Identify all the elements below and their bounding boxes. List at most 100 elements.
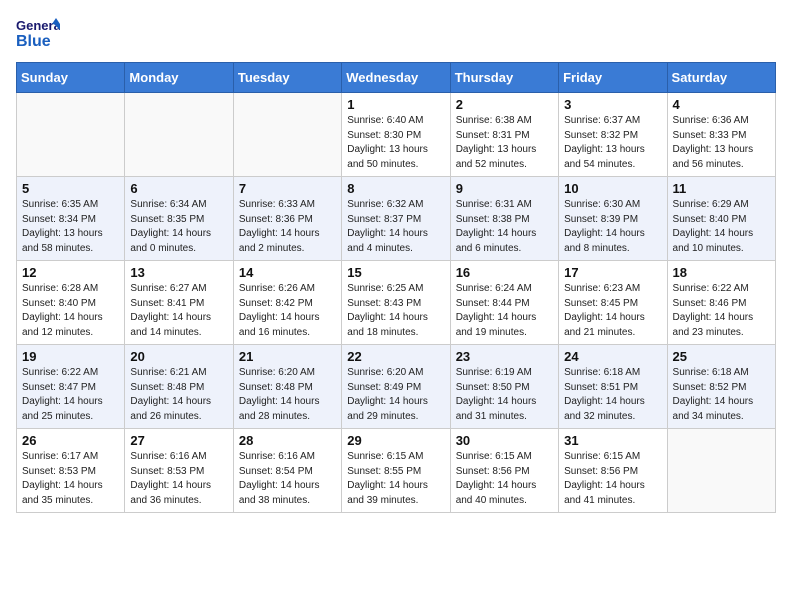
day-info: Sunrise: 6:15 AM Sunset: 8:56 PM Dayligh…	[456, 450, 553, 508]
calendar-cell: 5 Sunrise: 6:35 AM Sunset: 8:34 PM Daylig…	[17, 177, 125, 261]
calendar-cell: 16 Sunrise: 6:24 AM Sunset: 8:44 PM Dayli…	[450, 261, 558, 345]
calendar-cell: 22Sunrise: 6:20 AM Sunset: 8:49 PM Dayli…	[342, 345, 450, 429]
calendar-cell: 26 Sunrise: 6:17 AM Sunset: 8:53 PM Dayli…	[17, 429, 125, 513]
day-info: Sunrise: 6:20 AM Sunset: 8:48 PM Dayligh…	[239, 366, 336, 424]
calendar-header-row: SundayMondayTuesdayWednesdayThursdayFrid…	[17, 63, 776, 93]
day-info: Sunrise: 6:22 AM Sunset: 8:46 PM Dayligh…	[673, 282, 770, 340]
day-number: 20	[130, 349, 227, 364]
day-number: 9	[456, 181, 553, 196]
calendar-cell	[17, 93, 125, 177]
calendar-cell: 6Sunrise: 6:34 AM Sunset: 8:35 PM Daylig…	[125, 177, 233, 261]
calendar-cell: 28 Sunrise: 6:16 AM Sunset: 8:54 PM Dayli…	[233, 429, 341, 513]
calendar-cell: 30 Sunrise: 6:15 AM Sunset: 8:56 PM Dayli…	[450, 429, 558, 513]
day-number: 31	[564, 433, 661, 448]
day-info: Sunrise: 6:23 AM Sunset: 8:45 PM Dayligh…	[564, 282, 661, 340]
day-number: 1	[347, 97, 444, 112]
calendar-cell: 25 Sunrise: 6:18 AM Sunset: 8:52 PM Dayli…	[667, 345, 775, 429]
day-number: 17	[564, 265, 661, 280]
calendar-cell: 8 Sunrise: 6:32 AM Sunset: 8:37 PM Daylig…	[342, 177, 450, 261]
calendar-cell: 27 Sunrise: 6:16 AM Sunset: 8:53 PM Dayli…	[125, 429, 233, 513]
day-number: 8	[347, 181, 444, 196]
day-number: 12	[22, 265, 119, 280]
calendar-cell: 29 Sunrise: 6:15 AM Sunset: 8:55 PM Dayli…	[342, 429, 450, 513]
calendar-cell	[667, 429, 775, 513]
day-number: 7	[239, 181, 336, 196]
day-number: 26	[22, 433, 119, 448]
day-info: Sunrise: 6:16 AM Sunset: 8:53 PM Dayligh…	[130, 450, 227, 508]
day-number: 29	[347, 433, 444, 448]
day-info: Sunrise: 6:32 AM Sunset: 8:37 PM Dayligh…	[347, 198, 444, 256]
calendar-cell: 13Sunrise: 6:27 AM Sunset: 8:41 PM Dayli…	[125, 261, 233, 345]
day-info: Sunrise: 6:40 AM Sunset: 8:30 PM Dayligh…	[347, 114, 444, 172]
day-info: Sunrise: 6:38 AM Sunset: 8:31 PM Dayligh…	[456, 114, 553, 172]
day-header-monday: Monday	[125, 63, 233, 93]
calendar-week-4: 19 Sunrise: 6:22 AM Sunset: 8:47 PM Dayli…	[17, 345, 776, 429]
day-number: 27	[130, 433, 227, 448]
calendar-cell: 14 Sunrise: 6:26 AM Sunset: 8:42 PM Dayli…	[233, 261, 341, 345]
day-number: 28	[239, 433, 336, 448]
day-info: Sunrise: 6:35 AM Sunset: 8:34 PM Dayligh…	[22, 198, 119, 256]
calendar-week-1: 1 Sunrise: 6:40 AM Sunset: 8:30 PM Daylig…	[17, 93, 776, 177]
calendar-cell: 10 Sunrise: 6:30 AM Sunset: 8:39 PM Dayli…	[559, 177, 667, 261]
day-number: 19	[22, 349, 119, 364]
day-info: Sunrise: 6:20 AM Sunset: 8:49 PM Dayligh…	[347, 366, 444, 424]
day-number: 18	[673, 265, 770, 280]
day-header-tuesday: Tuesday	[233, 63, 341, 93]
day-info: Sunrise: 6:30 AM Sunset: 8:39 PM Dayligh…	[564, 198, 661, 256]
calendar-cell: 20 Sunrise: 6:21 AM Sunset: 8:48 PM Dayli…	[125, 345, 233, 429]
calendar-week-3: 12 Sunrise: 6:28 AM Sunset: 8:40 PM Dayli…	[17, 261, 776, 345]
calendar-cell: 9 Sunrise: 6:31 AM Sunset: 8:38 PM Daylig…	[450, 177, 558, 261]
svg-text:General: General	[16, 18, 60, 33]
calendar-cell: 11Sunrise: 6:29 AM Sunset: 8:40 PM Dayli…	[667, 177, 775, 261]
day-number: 24	[564, 349, 661, 364]
day-number: 16	[456, 265, 553, 280]
calendar-table: SundayMondayTuesdayWednesdayThursdayFrid…	[16, 62, 776, 513]
day-info: Sunrise: 6:22 AM Sunset: 8:47 PM Dayligh…	[22, 366, 119, 424]
calendar-cell: 21 Sunrise: 6:20 AM Sunset: 8:48 PM Dayli…	[233, 345, 341, 429]
calendar-cell: 31Sunrise: 6:15 AM Sunset: 8:56 PM Dayli…	[559, 429, 667, 513]
day-info: Sunrise: 6:16 AM Sunset: 8:54 PM Dayligh…	[239, 450, 336, 508]
day-info: Sunrise: 6:18 AM Sunset: 8:52 PM Dayligh…	[673, 366, 770, 424]
day-header-sunday: Sunday	[17, 63, 125, 93]
day-number: 25	[673, 349, 770, 364]
day-number: 23	[456, 349, 553, 364]
calendar-week-5: 26 Sunrise: 6:17 AM Sunset: 8:53 PM Dayli…	[17, 429, 776, 513]
day-info: Sunrise: 6:26 AM Sunset: 8:42 PM Dayligh…	[239, 282, 336, 340]
calendar-cell: 15Sunrise: 6:25 AM Sunset: 8:43 PM Dayli…	[342, 261, 450, 345]
day-number: 10	[564, 181, 661, 196]
calendar-cell: 2Sunrise: 6:38 AM Sunset: 8:31 PM Daylig…	[450, 93, 558, 177]
day-header-saturday: Saturday	[667, 63, 775, 93]
day-info: Sunrise: 6:29 AM Sunset: 8:40 PM Dayligh…	[673, 198, 770, 256]
day-info: Sunrise: 6:36 AM Sunset: 8:33 PM Dayligh…	[673, 114, 770, 172]
calendar-cell: 1 Sunrise: 6:40 AM Sunset: 8:30 PM Daylig…	[342, 93, 450, 177]
day-number: 30	[456, 433, 553, 448]
day-info: Sunrise: 6:28 AM Sunset: 8:40 PM Dayligh…	[22, 282, 119, 340]
calendar-cell	[125, 93, 233, 177]
calendar-cell: 4 Sunrise: 6:36 AM Sunset: 8:33 PM Daylig…	[667, 93, 775, 177]
calendar-cell: 19 Sunrise: 6:22 AM Sunset: 8:47 PM Dayli…	[17, 345, 125, 429]
day-header-friday: Friday	[559, 63, 667, 93]
day-info: Sunrise: 6:33 AM Sunset: 8:36 PM Dayligh…	[239, 198, 336, 256]
day-info: Sunrise: 6:27 AM Sunset: 8:41 PM Dayligh…	[130, 282, 227, 340]
day-info: Sunrise: 6:15 AM Sunset: 8:55 PM Dayligh…	[347, 450, 444, 508]
day-info: Sunrise: 6:17 AM Sunset: 8:53 PM Dayligh…	[22, 450, 119, 508]
day-info: Sunrise: 6:31 AM Sunset: 8:38 PM Dayligh…	[456, 198, 553, 256]
calendar-cell: 17 Sunrise: 6:23 AM Sunset: 8:45 PM Dayli…	[559, 261, 667, 345]
day-number: 6	[130, 181, 227, 196]
calendar-week-2: 5 Sunrise: 6:35 AM Sunset: 8:34 PM Daylig…	[17, 177, 776, 261]
calendar-cell	[233, 93, 341, 177]
day-number: 21	[239, 349, 336, 364]
calendar-cell: 7 Sunrise: 6:33 AM Sunset: 8:36 PM Daylig…	[233, 177, 341, 261]
day-info: Sunrise: 6:19 AM Sunset: 8:50 PM Dayligh…	[456, 366, 553, 424]
logo: General Blue	[16, 16, 64, 52]
day-info: Sunrise: 6:24 AM Sunset: 8:44 PM Dayligh…	[456, 282, 553, 340]
day-info: Sunrise: 6:21 AM Sunset: 8:48 PM Dayligh…	[130, 366, 227, 424]
calendar-cell: 12 Sunrise: 6:28 AM Sunset: 8:40 PM Dayli…	[17, 261, 125, 345]
calendar-cell: 3Sunrise: 6:37 AM Sunset: 8:32 PM Daylig…	[559, 93, 667, 177]
day-number: 5	[22, 181, 119, 196]
day-info: Sunrise: 6:25 AM Sunset: 8:43 PM Dayligh…	[347, 282, 444, 340]
day-number: 4	[673, 97, 770, 112]
day-header-thursday: Thursday	[450, 63, 558, 93]
day-number: 14	[239, 265, 336, 280]
day-header-wednesday: Wednesday	[342, 63, 450, 93]
